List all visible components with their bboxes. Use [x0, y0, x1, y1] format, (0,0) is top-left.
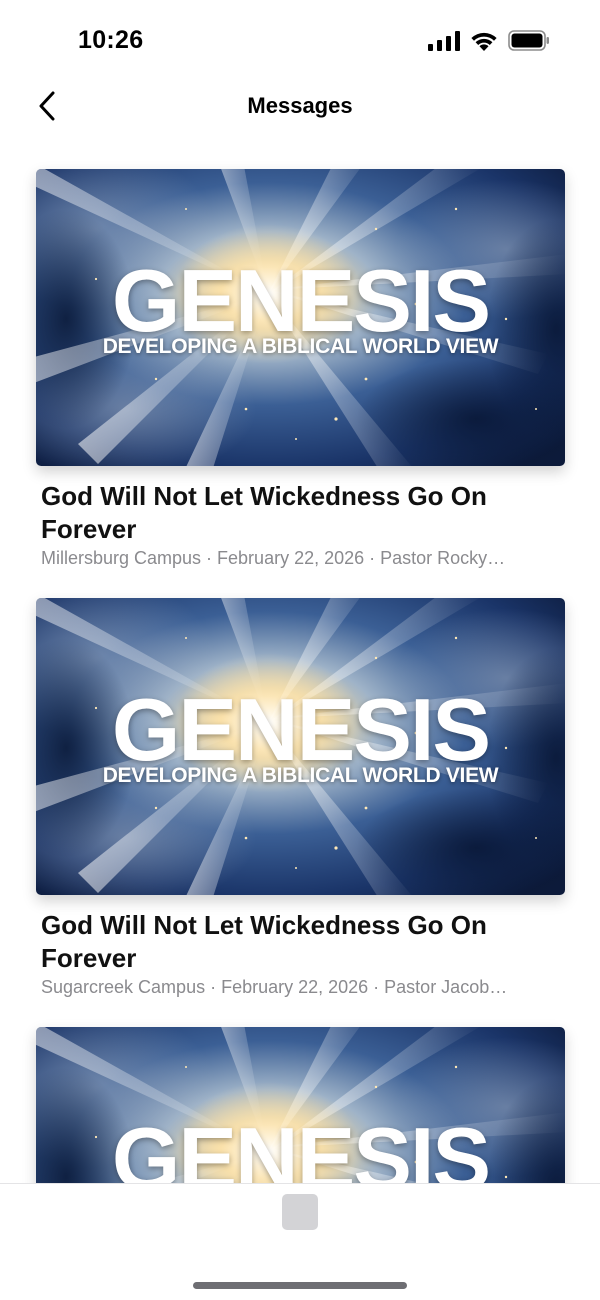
- nav-bar: Messages: [0, 82, 600, 132]
- message-artwork[interactable]: GENESIS DEVELOPING A BIBLICAL WORLD VIEW: [36, 1027, 565, 1183]
- message-title[interactable]: God Will Not Let Wickedness Go On Foreve…: [41, 480, 501, 546]
- home-indicator[interactable]: [193, 1282, 407, 1289]
- message-meta: Sugarcreek Campus · February 22, 2026 · …: [41, 977, 508, 997]
- artwork-subtitle: DEVELOPING A BIBLICAL WORLD VIEW: [102, 764, 499, 787]
- message-artwork[interactable]: GENESIS DEVELOPING A BIBLICAL WORLD VIEW: [36, 598, 565, 895]
- battery-icon: [508, 30, 550, 56]
- message-card[interactable]: GENESIS DEVELOPING A BIBLICAL WORLD VIEW…: [36, 598, 565, 998]
- artwork-title: GENESIS: [111, 1109, 491, 1184]
- wifi-icon: [470, 30, 498, 56]
- bottom-bar: [0, 1183, 600, 1300]
- artwork-title: GENESIS: [111, 251, 491, 350]
- mini-player-placeholder[interactable]: [282, 1194, 318, 1230]
- message-title[interactable]: God Will Not Let Wickedness Go On Foreve…: [41, 909, 501, 975]
- status-icons: [428, 30, 550, 56]
- artwork-subtitle: DEVELOPING A BIBLICAL WORLD VIEW: [102, 335, 499, 358]
- message-list[interactable]: GENESIS DEVELOPING A BIBLICAL WORLD VIEW…: [0, 132, 600, 1183]
- status-bar: 10:26: [0, 0, 600, 82]
- page-title: Messages: [247, 93, 353, 118]
- message-meta: Millersburg Campus · February 22, 2026 ·…: [41, 548, 506, 568]
- status-time: 10:26: [78, 26, 144, 54]
- message-artwork[interactable]: GENESIS DEVELOPING A BIBLICAL WORLD VIEW: [36, 169, 565, 466]
- cellular-signal-icon: [428, 30, 460, 56]
- artwork-title: GENESIS: [111, 680, 491, 779]
- message-card[interactable]: GENESIS DEVELOPING A BIBLICAL WORLD VIEW: [36, 1027, 565, 1183]
- message-card[interactable]: GENESIS DEVELOPING A BIBLICAL WORLD VIEW…: [36, 169, 565, 569]
